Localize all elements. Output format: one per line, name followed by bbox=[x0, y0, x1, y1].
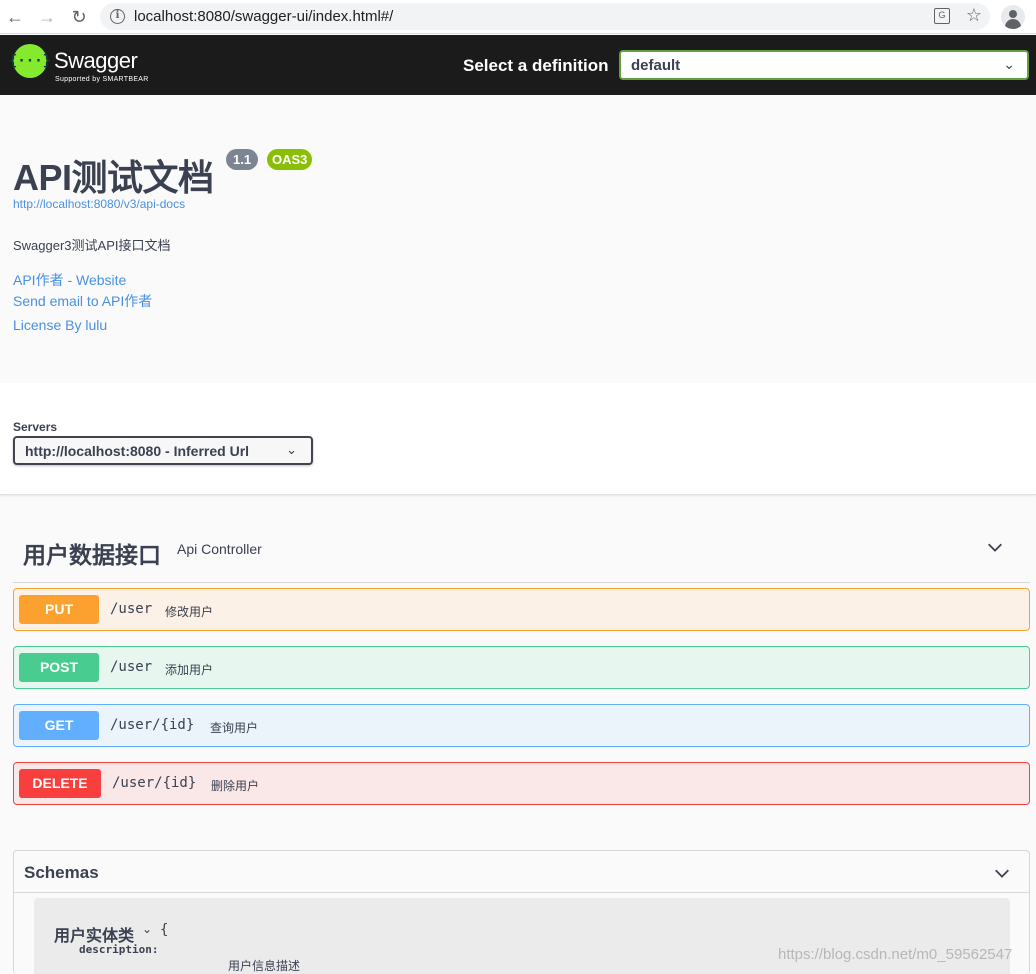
author-website-link[interactable]: API作者 - Website bbox=[13, 270, 126, 290]
swagger-logo-title[interactable]: Swagger bbox=[54, 48, 138, 74]
star-icon[interactable]: ☆ bbox=[966, 5, 982, 26]
schemas-header[interactable]: Schemas bbox=[14, 851, 1029, 893]
operation-put-user[interactable]: PUT /user 修改用户 bbox=[13, 588, 1030, 631]
address-bar-url[interactable]: localhost:8080/swagger-ui/index.html#/ bbox=[134, 8, 393, 25]
method-badge-delete: DELETE bbox=[19, 769, 101, 798]
servers-select[interactable]: http://localhost:8080 - Inferred Url ⌄ bbox=[13, 436, 313, 465]
tag-title: 用户数据接口 bbox=[23, 542, 161, 568]
operation-path: /user/{id} bbox=[110, 717, 195, 733]
swagger-topbar: {···} Swagger Supported by SMARTBEAR Sel… bbox=[0, 35, 1036, 95]
servers-label: Servers bbox=[13, 420, 58, 434]
address-bar[interactable]: i localhost:8080/swagger-ui/index.html#/… bbox=[100, 3, 990, 30]
operation-path: /user/{id} bbox=[112, 775, 197, 791]
servers-select-value: http://localhost:8080 - Inferred Url bbox=[25, 443, 250, 459]
operation-summary: 修改用户 bbox=[165, 605, 214, 619]
back-arrow-icon[interactable]: ← bbox=[4, 6, 26, 28]
definition-select-value: default bbox=[631, 57, 681, 74]
method-badge-put: PUT bbox=[19, 595, 99, 624]
license-link[interactable]: License By lulu bbox=[13, 317, 107, 333]
servers-section: Servers http://localhost:8080 - Inferred… bbox=[0, 383, 1036, 495]
version-badge: 1.1 bbox=[226, 149, 259, 170]
tag-description: Api Controller bbox=[177, 541, 262, 557]
operation-summary: 删除用户 bbox=[211, 779, 260, 793]
api-title: API测试文档 bbox=[13, 157, 214, 198]
chevron-down-icon[interactable] bbox=[993, 864, 1011, 882]
api-info-section: API测试文档 1.1 OAS3 http://localhost:8080/v… bbox=[0, 95, 1036, 383]
browser-toolbar: ← → ↻ i localhost:8080/swagger-ui/index.… bbox=[0, 0, 1036, 34]
operation-post-user[interactable]: POST /user 添加用户 bbox=[13, 646, 1030, 689]
model-brace: { bbox=[160, 922, 169, 938]
operation-get-user-id[interactable]: GET /user/{id} 查询用户 bbox=[13, 704, 1030, 747]
oas-badge: OAS3 bbox=[267, 149, 313, 170]
forward-arrow-icon[interactable]: → bbox=[36, 6, 58, 28]
operation-path: /user bbox=[110, 659, 153, 675]
swagger-logo-subtitle: Supported by SMARTBEAR bbox=[55, 76, 149, 83]
author-email-link[interactable]: Send email to API作者 bbox=[13, 291, 152, 311]
api-description: Swagger3测试API接口文档 bbox=[13, 238, 171, 253]
chevron-down-icon: ⌄ bbox=[286, 442, 297, 457]
method-badge-get: GET bbox=[19, 711, 99, 740]
tag-header-user-api[interactable]: 用户数据接口 Api Controller bbox=[13, 520, 1030, 583]
model-field-value: 用户信息描述 bbox=[228, 959, 301, 973]
method-badge-post: POST bbox=[19, 653, 99, 682]
chevron-down-icon[interactable]: ⌄ bbox=[142, 922, 152, 936]
reload-icon[interactable]: ↻ bbox=[68, 6, 90, 28]
operation-delete-user-id[interactable]: DELETE /user/{id} 删除用户 bbox=[13, 762, 1030, 805]
model-field-label: description: bbox=[79, 943, 159, 956]
operation-summary: 添加用户 bbox=[165, 663, 214, 677]
chevron-down-icon: ⌄ bbox=[1003, 56, 1015, 72]
info-icon[interactable]: i bbox=[110, 9, 125, 24]
definition-label: Select a definition bbox=[463, 56, 609, 75]
operation-path: /user bbox=[110, 601, 153, 617]
translate-icon[interactable]: G bbox=[934, 8, 950, 24]
api-docs-link[interactable]: http://localhost:8080/v3/api-docs bbox=[13, 197, 185, 211]
watermark: https://blog.csdn.net/m0_59562547 bbox=[778, 946, 1013, 963]
profile-icon[interactable] bbox=[1001, 5, 1025, 29]
schemas-title: Schemas bbox=[24, 863, 99, 882]
operation-summary: 查询用户 bbox=[210, 721, 259, 735]
swagger-logo-icon[interactable]: {···} bbox=[9, 44, 51, 78]
chevron-down-icon[interactable] bbox=[986, 538, 1004, 556]
definition-select[interactable]: default ⌄ bbox=[619, 50, 1029, 80]
